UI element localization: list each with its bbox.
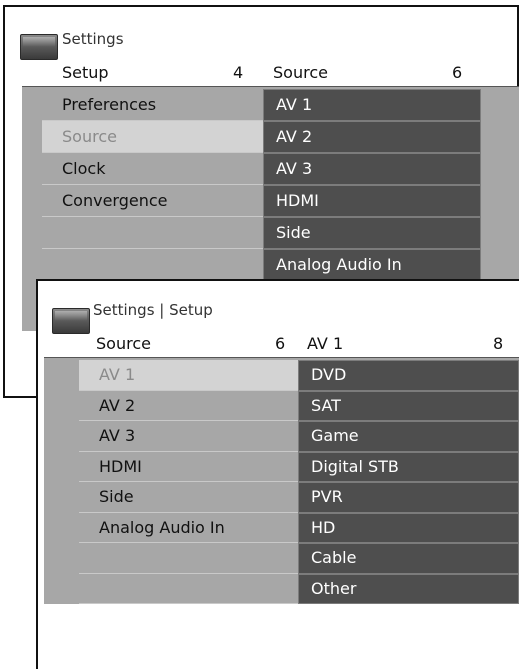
left-column-header: Source (96, 334, 151, 353)
submenu-item-av-1[interactable]: AV 1 (263, 89, 481, 121)
tv-icon (20, 34, 58, 60)
menu-item-av-2[interactable]: AV 2 (79, 391, 298, 421)
menu-item-empty (42, 217, 263, 249)
right-column-header: AV 1 (307, 334, 344, 353)
submenu-item-digital-stb[interactable]: Digital STB (298, 451, 519, 482)
menu-item-hdmi[interactable]: HDMI (79, 452, 298, 482)
menu-item-empty (42, 249, 263, 281)
right-column-count: 6 (452, 63, 463, 82)
submenu-list: AV 1 AV 2 AV 3 HDMI Side Analog Audio In (263, 89, 481, 281)
submenu-item-other[interactable]: Other (298, 573, 519, 604)
menu-item-empty (79, 574, 298, 604)
left-column-header: Setup (62, 63, 109, 82)
submenu-item-cable[interactable]: Cable (298, 543, 519, 574)
panel-title: Settings | Setup (93, 301, 213, 319)
submenu-item-dvd[interactable]: DVD (298, 360, 519, 391)
right-column-header: Source (273, 63, 328, 82)
menu-item-clock[interactable]: Clock (42, 153, 263, 185)
submenu-item-hd[interactable]: HD (298, 512, 519, 543)
left-column-count: 6 (275, 334, 286, 353)
menu-item-av-1[interactable]: AV 1 (79, 360, 298, 391)
submenu-item-game[interactable]: Game (298, 421, 519, 452)
settings-setup-panel: Settings | Setup Source 6 AV 1 8 AV 1 AV … (36, 279, 519, 669)
right-column-count: 8 (493, 334, 504, 353)
submenu-item-av-2[interactable]: AV 2 (263, 121, 481, 153)
menu-item-side[interactable]: Side (79, 482, 298, 513)
submenu-item-pvr[interactable]: PVR (298, 482, 519, 513)
menu-item-preferences[interactable]: Preferences (42, 89, 263, 121)
menu-item-convergence[interactable]: Convergence (42, 185, 263, 217)
panel-title: Settings (62, 30, 124, 48)
submenu-item-hdmi[interactable]: HDMI (263, 185, 481, 217)
tv-icon (52, 308, 90, 334)
submenu-list: DVD SAT Game Digital STB PVR HD Cable Other (298, 360, 519, 604)
left-column-count: 4 (233, 63, 244, 82)
submenu-item-analog-audio-in[interactable]: Analog Audio In (263, 249, 481, 281)
submenu-item-av-3[interactable]: AV 3 (263, 153, 481, 185)
menu-item-empty (79, 543, 298, 574)
submenu-item-side[interactable]: Side (263, 217, 481, 249)
menu-item-source[interactable]: Source (42, 121, 263, 153)
menu-list: AV 1 AV 2 AV 3 HDMI Side Analog Audio In (79, 360, 298, 604)
menu-item-av-3[interactable]: AV 3 (79, 421, 298, 452)
menu-item-analog-audio-in[interactable]: Analog Audio In (79, 513, 298, 543)
submenu-item-sat[interactable]: SAT (298, 390, 519, 421)
